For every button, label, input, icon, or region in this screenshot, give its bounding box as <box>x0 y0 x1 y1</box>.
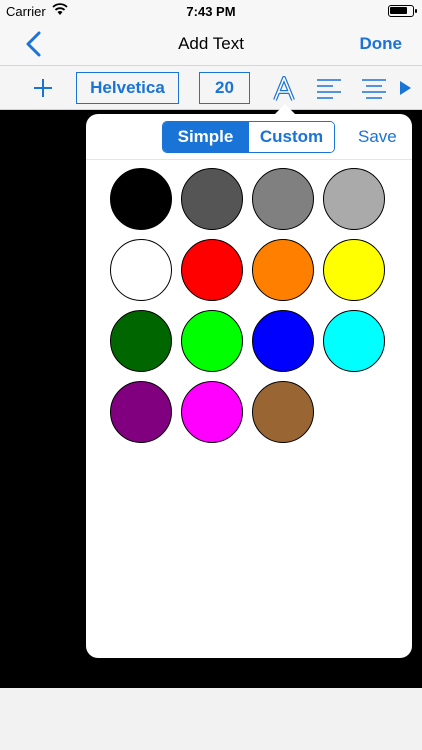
battery-icon <box>388 5 417 17</box>
status-bar: Carrier 7:43 PM <box>0 0 422 22</box>
color-swatch[interactable] <box>110 381 172 443</box>
segment-simple[interactable]: Simple <box>163 122 248 152</box>
font-name-button[interactable]: Helvetica <box>76 72 179 104</box>
font-size-button[interactable]: 20 <box>199 72 250 104</box>
done-button[interactable]: Done <box>360 34 403 54</box>
color-swatch[interactable] <box>181 381 243 443</box>
color-swatch[interactable] <box>323 168 385 230</box>
color-swatch[interactable] <box>110 310 172 372</box>
align-center-icon[interactable] <box>362 78 386 100</box>
color-swatch[interactable] <box>252 239 314 301</box>
color-swatch[interactable] <box>181 168 243 230</box>
play-arrow-icon[interactable] <box>400 81 411 95</box>
color-swatch[interactable] <box>252 168 314 230</box>
save-button[interactable]: Save <box>358 127 397 147</box>
color-swatch[interactable] <box>323 310 385 372</box>
align-left-icon[interactable] <box>317 78 341 100</box>
color-swatch[interactable] <box>323 239 385 301</box>
navigation-bar: Add Text Done <box>0 22 422 66</box>
popover-header: Simple Custom Save <box>86 114 412 160</box>
plus-icon[interactable] <box>33 78 53 98</box>
bottom-bar <box>0 688 422 750</box>
text-color-icon[interactable] <box>271 76 297 102</box>
segment-custom[interactable]: Custom <box>248 122 334 152</box>
mode-segmented-control: Simple Custom <box>162 121 335 153</box>
clock: 7:43 PM <box>186 4 236 19</box>
color-swatch[interactable] <box>252 381 314 443</box>
color-picker-popover: Simple Custom Save <box>86 114 412 658</box>
text-toolbar: Helvetica 20 <box>0 66 422 110</box>
color-swatch-grid <box>110 168 400 458</box>
color-swatch[interactable] <box>181 239 243 301</box>
color-swatch[interactable] <box>181 310 243 372</box>
color-swatch[interactable] <box>252 310 314 372</box>
color-swatch[interactable] <box>110 168 172 230</box>
battery-level <box>390 7 407 14</box>
color-swatch[interactable] <box>110 239 172 301</box>
